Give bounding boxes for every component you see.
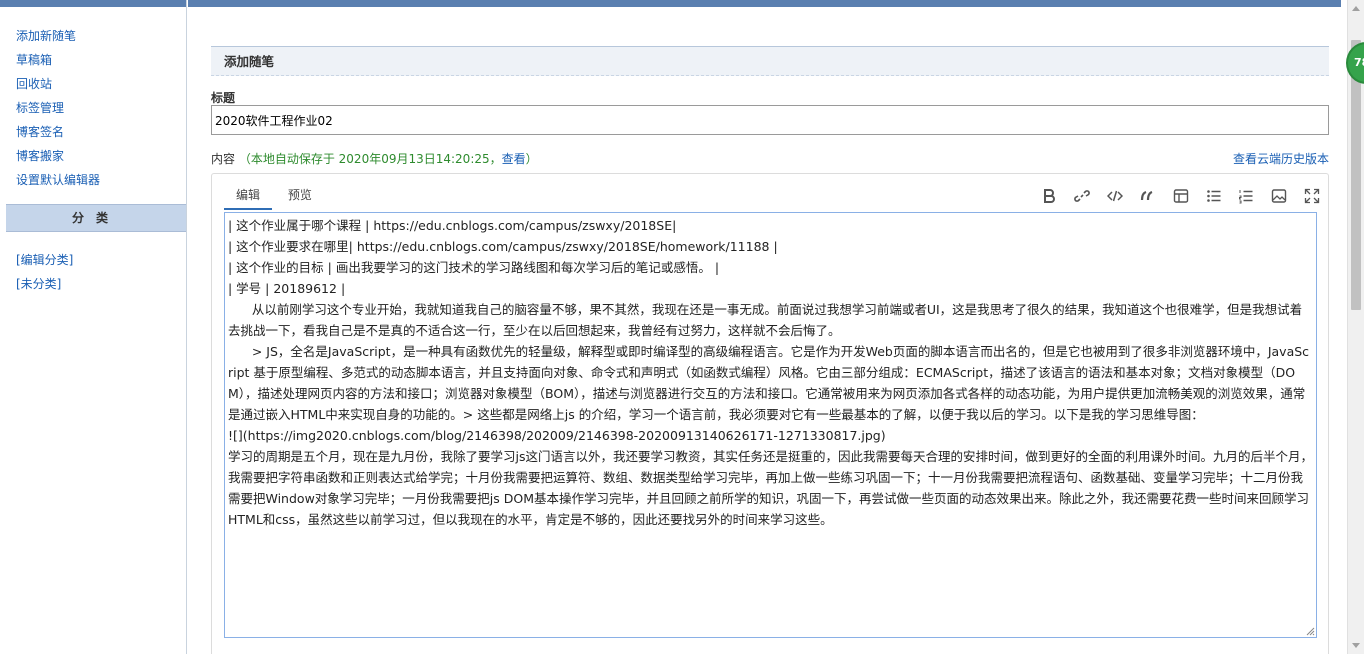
editor-line: | 这个作业属于哪个课程 | https://edu.cnblogs.com/c… xyxy=(228,218,677,233)
autosave-prefix: （本地自动保存于 2020年09月13日14:20:25， xyxy=(238,152,502,166)
editor-line: 学习的周期是五个月，现在是九月份，我除了要学习js这门语言以外，我还要学习教资，… xyxy=(228,449,1313,527)
main-top-bar xyxy=(188,0,1341,7)
tab-preview[interactable]: 预览 xyxy=(276,186,324,210)
table-icon[interactable] xyxy=(1171,186,1191,206)
image-icon[interactable] xyxy=(1269,186,1289,206)
code-icon[interactable] xyxy=(1105,186,1125,206)
sidebar-link-tag-management[interactable]: 标签管理 xyxy=(16,96,186,120)
autosave-status: （本地自动保存于 2020年09月13日14:20:25，查看） xyxy=(239,152,538,166)
main-panel: 添加随笔 标题 内容 （本地自动保存于 2020年09月13日14:20:25，… xyxy=(188,0,1341,654)
sidebar: 添加新随笔 草稿箱 回收站 标签管理 博客签名 博客搬家 设置默认编辑器 分类 … xyxy=(0,0,187,654)
resize-grip-icon[interactable] xyxy=(1305,626,1315,636)
title-input[interactable] xyxy=(211,105,1329,135)
quote-icon[interactable] xyxy=(1138,186,1158,206)
editor-line: ![](https://img2020.cnblogs.com/blog/214… xyxy=(228,428,886,443)
sidebar-link-blog-migration[interactable]: 博客搬家 xyxy=(16,144,186,168)
title-label: 标题 xyxy=(211,91,236,105)
fullscreen-icon[interactable] xyxy=(1302,186,1322,206)
link-icon[interactable] xyxy=(1072,186,1092,206)
editor-toolbar xyxy=(1030,186,1322,206)
sidebar-link-default-editor[interactable]: 设置默认编辑器 xyxy=(16,168,186,192)
markdown-editor: 编辑 预览 | 这个作业属于哪个课程 | https://edu.cnblogs… xyxy=(211,173,1329,654)
sidebar-link-recycle-bin[interactable]: 回收站 xyxy=(16,72,186,96)
ordered-list-icon[interactable] xyxy=(1236,186,1256,206)
category-header: 分类 xyxy=(6,204,186,232)
editor-line: | 这个作业的目标 | 画出我要学习的这门技术的学习路线图和每次学习后的笔记或感… xyxy=(228,260,720,275)
tab-edit[interactable]: 编辑 xyxy=(224,186,273,210)
category-link-edit[interactable]: [编辑分类] xyxy=(16,248,186,272)
autosave-view-link[interactable]: 查看 xyxy=(502,152,526,166)
section-title: 添加随笔 xyxy=(211,46,1329,76)
editor-tabs: 编辑 预览 xyxy=(224,186,324,210)
content-label-text: 内容 xyxy=(211,152,236,166)
scroll-down-icon[interactable] xyxy=(1352,643,1360,648)
sidebar-link-drafts[interactable]: 草稿箱 xyxy=(16,48,186,72)
markdown-textarea[interactable]: | 这个作业属于哪个课程 | https://edu.cnblogs.com/c… xyxy=(224,212,1317,638)
scroll-up-icon[interactable] xyxy=(1352,6,1360,11)
sidebar-link-add-post[interactable]: 添加新随笔 xyxy=(16,24,186,48)
content-label: 内容 （本地自动保存于 2020年09月13日14:20:25，查看） xyxy=(211,150,538,167)
sidebar-links: 添加新随笔 草稿箱 回收站 标签管理 博客签名 博客搬家 设置默认编辑器 xyxy=(0,7,186,192)
sidebar-link-blog-signature[interactable]: 博客签名 xyxy=(16,120,186,144)
unordered-list-icon[interactable] xyxy=(1204,186,1224,206)
page-scrollbar[interactable] xyxy=(1347,0,1364,654)
editor-line: | 这个作业要求在哪里| https://edu.cnblogs.com/cam… xyxy=(228,239,778,254)
editor-line: | 学号 | 20189612 | xyxy=(228,281,346,296)
cloud-history-link[interactable]: 查看云端历史版本 xyxy=(1233,150,1329,167)
bold-icon[interactable] xyxy=(1039,186,1059,206)
sidebar-top-bar xyxy=(0,0,186,7)
editor-line: > JS，全名是JavaScript，是一种具有函数优先的轻量级，解释型或即时编… xyxy=(228,344,1310,422)
category-links: [编辑分类] [未分类] xyxy=(0,232,186,296)
category-link-uncategorized[interactable]: [未分类] xyxy=(16,272,186,296)
editor-line: 从以前刚学习这个专业开始，我就知道我自己的脑容量不够，果不其然，我现在还是一事无… xyxy=(228,302,1303,338)
autosave-suffix: ） xyxy=(525,152,538,166)
